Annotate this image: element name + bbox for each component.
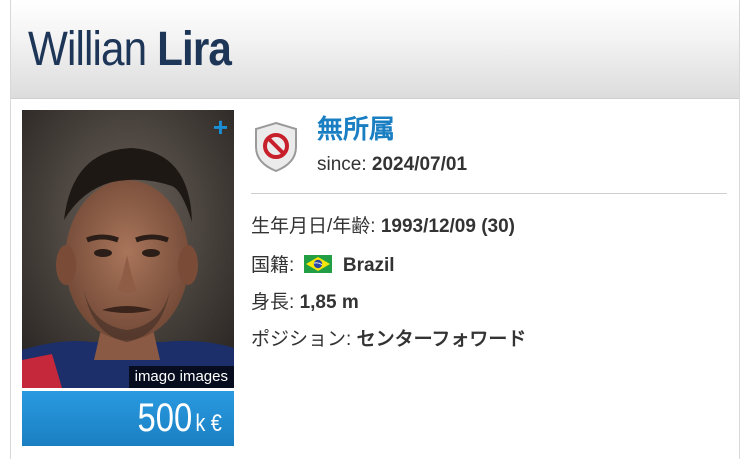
market-value-unit: k €	[195, 410, 222, 437]
position-row: ポジション: センターフォワード	[251, 327, 526, 353]
club-name-link[interactable]: 無所属	[317, 112, 395, 146]
since-date: 2024/07/01	[371, 154, 468, 175]
position-label: ポジション:	[251, 329, 352, 350]
birth-label: 生年月日/年齢:	[251, 216, 376, 237]
height-value: 1,85 m	[299, 292, 359, 313]
player-photo[interactable]: + imago images	[22, 110, 234, 388]
brazil-flag-icon	[303, 255, 332, 273]
player-name: Willian Lira	[28, 22, 232, 78]
no-club-icon[interactable]	[252, 121, 300, 173]
height-label: 身長:	[251, 292, 295, 313]
player-first-name: Willian	[28, 23, 147, 76]
market-value-number: 500	[137, 396, 193, 440]
market-value-amount: 500 k €	[138, 391, 222, 451]
market-value-button[interactable]: 500 k €	[22, 391, 234, 446]
player-last-name: Lira	[157, 23, 232, 76]
player-portrait-image	[22, 110, 234, 388]
birth-value: 1993/12/09 (30)	[380, 216, 516, 237]
club-since: since: 2024/07/01	[317, 152, 467, 178]
nationality-row: 国籍: Brazil	[251, 253, 395, 279]
nationality-value[interactable]: Brazil	[343, 255, 395, 276]
photo-credit: imago images	[128, 366, 234, 388]
player-header: Willian Lira	[11, 0, 739, 99]
since-label: since:	[317, 154, 367, 175]
birth-row: 生年月日/年齢: 1993/12/09 (30)	[251, 214, 515, 240]
height-row: 身長: 1,85 m	[251, 290, 359, 316]
position-value: センターフォワード	[356, 329, 527, 350]
divider	[251, 193, 727, 194]
add-photo-icon[interactable]: +	[213, 114, 228, 140]
nationality-label: 国籍:	[251, 255, 295, 276]
player-card: Willian Lira + imago images 500 k € 無所属 …	[10, 0, 740, 459]
